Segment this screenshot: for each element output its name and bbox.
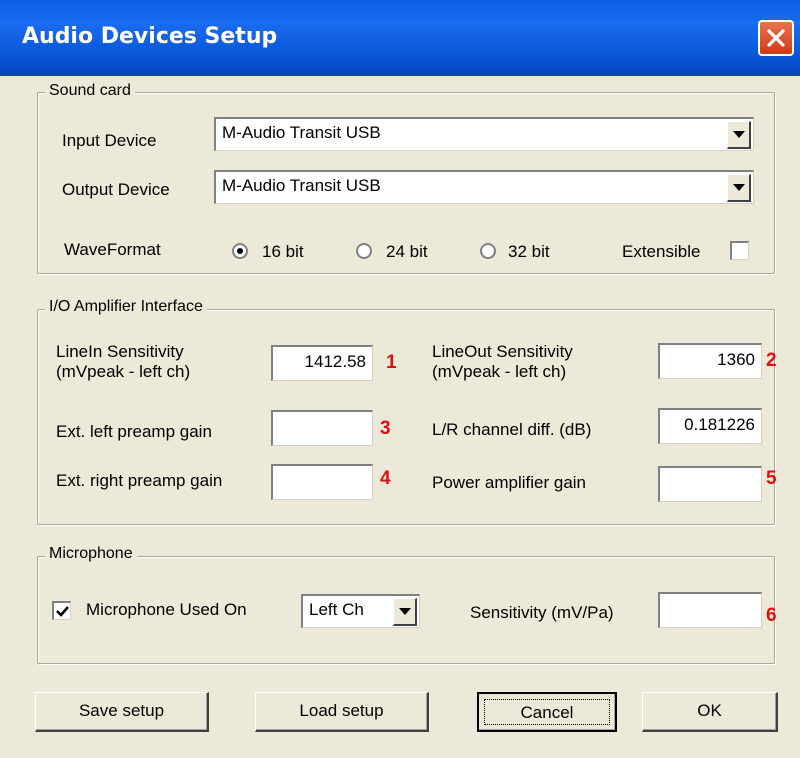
right-preamp-gain-label: Ext. right preamp gain <box>56 471 223 490</box>
audio-devices-setup-dialog: Audio Devices Setup Sound card Input Dev… <box>0 0 800 758</box>
sound-card-legend: Sound card <box>45 82 135 100</box>
annotation-5: 5 <box>766 468 777 489</box>
mic-sensitivity-input[interactable] <box>658 592 762 628</box>
io-amplifier-legend: I/O Amplifier Interface <box>45 298 207 316</box>
linein-sensitivity-input[interactable]: 1412.58 <box>271 345 373 381</box>
left-preamp-gain-label: Ext. left preamp gain <box>56 422 212 441</box>
power-amplifier-gain-label: Power amplifier gain <box>432 473 587 492</box>
extensible-checkbox[interactable] <box>730 241 749 260</box>
close-icon <box>767 29 785 47</box>
radio-16-bit-label[interactable]: 16 bit <box>262 242 304 262</box>
window-title: Audio Devices Setup <box>22 24 278 49</box>
cancel-button[interactable]: Cancel <box>477 692 617 732</box>
ok-button[interactable]: OK <box>642 692 778 732</box>
annotation-4: 4 <box>380 468 391 489</box>
power-amplifier-gain-input[interactable] <box>658 466 762 502</box>
input-device-select[interactable]: M-Audio Transit USB <box>214 117 754 151</box>
input-device-dropdown-button[interactable] <box>727 121 751 149</box>
output-device-select[interactable]: M-Audio Transit USB <box>214 170 754 204</box>
microphone-channel-dropdown-button[interactable] <box>393 598 417 626</box>
microphone-used-on-label[interactable]: Microphone Used On <box>86 600 247 620</box>
annotation-1: 1 <box>386 352 397 373</box>
chevron-down-icon <box>733 131 745 138</box>
radio-24-bit-label[interactable]: 24 bit <box>386 242 428 262</box>
radio-32-bit[interactable] <box>480 243 496 259</box>
lr-channel-diff-input[interactable]: 0.181226 <box>658 408 762 444</box>
close-button[interactable] <box>758 20 794 56</box>
left-preamp-gain-input[interactable] <box>271 410 373 446</box>
input-device-label: Input Device <box>62 131 157 150</box>
microphone-channel-value: Left Ch <box>309 600 364 619</box>
mic-sensitivity-label: Sensitivity (mV/Pa) <box>470 603 614 622</box>
radio-16-bit[interactable] <box>232 243 248 259</box>
chevron-down-icon <box>733 184 745 191</box>
extensible-label: Extensible <box>622 242 701 261</box>
waveformat-label: WaveFormat <box>64 240 161 259</box>
lineout-sensitivity-input[interactable]: 1360 <box>658 343 762 379</box>
linein-sensitivity-label: LineIn Sensitivity (mVpeak - left ch) <box>56 342 191 381</box>
save-setup-button[interactable]: Save setup <box>35 692 209 732</box>
cancel-button-label: Cancel <box>484 699 610 725</box>
annotation-6: 6 <box>766 605 777 626</box>
microphone-used-on-checkbox[interactable] <box>52 601 71 620</box>
load-setup-button[interactable]: Load setup <box>255 692 429 732</box>
checkmark-icon <box>56 606 69 617</box>
microphone-channel-select[interactable]: Left Ch <box>301 594 420 628</box>
microphone-legend: Microphone <box>45 545 137 563</box>
lr-channel-diff-label: L/R channel diff. (dB) <box>432 420 592 439</box>
right-preamp-gain-input[interactable] <box>271 464 373 500</box>
input-device-value: M-Audio Transit USB <box>222 123 381 142</box>
output-device-dropdown-button[interactable] <box>727 174 751 202</box>
radio-24-bit[interactable] <box>356 243 372 259</box>
annotation-3: 3 <box>380 418 391 439</box>
output-device-value: M-Audio Transit USB <box>222 176 381 195</box>
lineout-sensitivity-label: LineOut Sensitivity (mVpeak - left ch) <box>432 342 573 381</box>
output-device-label: Output Device <box>62 180 170 199</box>
title-bar[interactable]: Audio Devices Setup <box>0 0 800 76</box>
annotation-2: 2 <box>766 350 777 371</box>
radio-32-bit-label[interactable]: 32 bit <box>508 242 550 262</box>
chevron-down-icon <box>399 608 411 615</box>
